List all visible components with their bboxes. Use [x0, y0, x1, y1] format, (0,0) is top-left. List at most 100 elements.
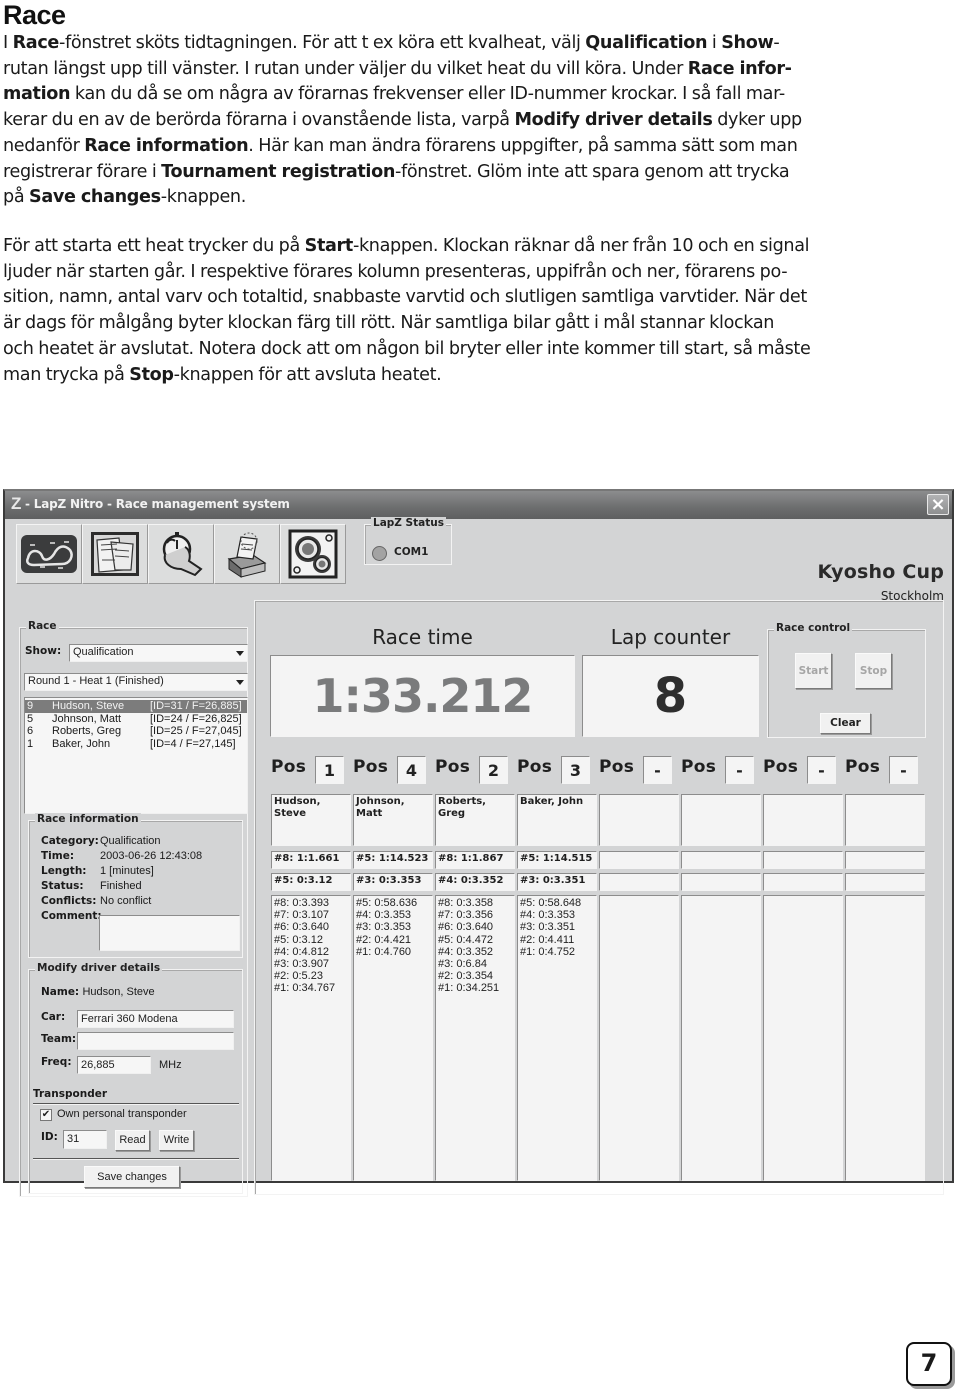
driver-name-cell: Hudson, Steve [271, 794, 351, 846]
clear-button[interactable]: Clear [820, 713, 871, 734]
lap-time: #6: 0:3.640 [274, 921, 330, 934]
id-label: ID: [41, 1131, 58, 1143]
own-transponder-checkbox[interactable]: ✔ [40, 1109, 52, 1121]
info-key: Category: [41, 835, 99, 847]
driver-id-freq: [ID=31 / F=26,885] [150, 700, 242, 712]
results-button[interactable] [214, 524, 280, 584]
driver-list-item[interactable]: 5 Johnson, Matt [ID=24 / F=26,825] [25, 713, 247, 726]
save-changes-button[interactable]: Save changes [84, 1166, 180, 1188]
track-map-button[interactable] [16, 524, 82, 584]
car-input[interactable]: Ferrari 360 Modena [77, 1010, 234, 1028]
position-value: - [725, 756, 754, 784]
show-select[interactable]: Qualification [69, 644, 248, 662]
pos-label: Pos [763, 757, 799, 777]
lap-time: #1: 0:4.752 [520, 945, 576, 958]
text-run: -fönstret sköts tidtagningen. För att t … [58, 33, 586, 53]
close-button[interactable]: × [927, 494, 949, 515]
show-select-value: Qualification [73, 646, 134, 658]
pos-label: Pos [845, 757, 881, 777]
registration-button[interactable] [82, 524, 148, 584]
divider [33, 1103, 239, 1105]
text-run: registrerar förare i [3, 161, 162, 182]
text-run: . Här kan man ändra förarens uppgifter, … [248, 135, 798, 156]
race-timer-button[interactable] [148, 524, 214, 584]
driver-column: Johnson, Matt #5: 1:14.523 #3: 0:3.353 #5: … [353, 794, 435, 1194]
title-bar[interactable]: Z - LapZ Nitro - Race management system … [5, 491, 952, 519]
position-value: - [807, 756, 836, 784]
lap-counter-display: 8 [582, 655, 759, 737]
best-lap-cell: #3: 0:3.351 [517, 873, 597, 891]
position-item: Pos - [845, 754, 927, 784]
total-time-cell: #8: 1:1.867 [435, 851, 515, 869]
track-map-icon [21, 535, 77, 573]
driver-column: Baker, John #5: 1:14.515 #3: 0:3.351 #5: 0:… [517, 794, 599, 1194]
lapz-status-label: LapZ Status [371, 517, 446, 529]
lap-time: #5: 0:58.648 [520, 897, 582, 909]
bold-term: Race [12, 33, 60, 53]
documents-icon [91, 532, 139, 576]
lap-time: #5: 0:4.472 [438, 933, 494, 946]
info-key: Time: [41, 850, 75, 862]
section-heading: Race [3, 0, 66, 30]
printer-icon [227, 532, 267, 578]
team-label: Team: [41, 1033, 77, 1045]
pos-label: Pos [517, 757, 553, 777]
driver-name-cell: Johnson, Matt [353, 794, 433, 846]
bold-term: Qualification [585, 33, 708, 53]
comment-field[interactable] [99, 915, 240, 951]
status-led-icon [372, 546, 387, 561]
lap-time: #2: 0:5.23 [274, 970, 323, 983]
heat-select[interactable]: Round 1 - Heat 1 (Finished) [24, 673, 248, 691]
best-lap-cell [763, 873, 843, 891]
bold-term: Start [304, 236, 354, 256]
stop-button[interactable]: Stop [855, 653, 892, 689]
best-lap-cell: #4: 0:3.352 [435, 873, 515, 891]
freq-input[interactable]: 26,885 [77, 1056, 151, 1074]
chevron-down-icon [236, 651, 244, 656]
text-run: är dags för målgång byter klockan färg t… [3, 313, 775, 334]
driver-id-freq: [ID=25 / F=27,045] [150, 725, 242, 737]
text-run: nedanför [3, 135, 85, 156]
total-time-cell [763, 851, 843, 869]
bold-term: Tournament registration [161, 161, 396, 182]
driver-name-row: Name: Hudson, Steve [41, 986, 155, 998]
settings-button[interactable] [280, 524, 346, 584]
pos-label: Pos [435, 757, 471, 777]
text-run: -knappen. Klockan räknar då ner från 10 … [352, 236, 810, 256]
position-item: Pos 3 [517, 754, 599, 784]
position-item: Pos 1 [271, 754, 353, 784]
driver-list-item[interactable]: 1 Baker, John [ID=4 / F=27,145] [25, 738, 247, 751]
driver-list-item[interactable]: 6 Roberts, Greg [ID=25 / F=27,045] [25, 725, 247, 738]
driver-list[interactable]: 9 Hudson, Steve [ID=31 / F=26,885] 5 Johnson… [24, 697, 248, 814]
text-line: ljuder när starten går. I respektive för… [3, 260, 955, 286]
lap-time: #5: 0:58.636 [356, 897, 418, 909]
id-input[interactable]: 31 [63, 1130, 107, 1149]
read-button[interactable]: Read [115, 1130, 150, 1151]
lap-time: #3: 0:6.84 [438, 958, 487, 971]
own-transponder-label: Own personal transponder [57, 1108, 187, 1120]
lap-time: #4: 0:4.812 [274, 945, 330, 958]
lap-times-list [681, 895, 761, 1181]
driver-column: Roberts, Greg #8: 1:1.867 #4: 0:3.352 #8: 0… [435, 794, 517, 1194]
position-value: 4 [397, 756, 426, 784]
lap-time: #3: 0:3.353 [356, 921, 412, 934]
transponder-heading: Transponder [33, 1088, 108, 1100]
lap-times-list: #8: 0:3.393 #7: 0:3.107 #6: 0:3.640 #5: 0:3… [271, 895, 351, 1181]
info-value: 2003-06-26 12:43:08 [100, 850, 203, 862]
team-input[interactable] [77, 1032, 234, 1050]
lap-time: #4: 0:3.353 [520, 909, 576, 922]
driver-name-cell: Roberts, Greg [435, 794, 515, 846]
write-button[interactable]: Write [159, 1130, 194, 1151]
info-key: Status: [41, 880, 84, 892]
name-value: Hudson, Steve [82, 986, 155, 998]
race-control-group: Race control Start Stop Clear [767, 622, 926, 738]
start-button[interactable]: Start [795, 653, 832, 689]
lap-time: #1: 0:4.760 [356, 945, 412, 958]
driver-list-item[interactable]: 9 Hudson, Steve [ID=31 / F=26,885] [25, 700, 247, 713]
best-lap-cell: #3: 0:3.353 [353, 873, 433, 891]
total-time-cell: #8: 1:1.661 [271, 851, 351, 869]
bold-term: Race information [84, 135, 249, 156]
race-information-group: Race information Category: Qualification T… [28, 813, 243, 958]
text-line: på Save changes-knappen. [3, 185, 955, 211]
text-run: man trycka på [3, 364, 130, 385]
